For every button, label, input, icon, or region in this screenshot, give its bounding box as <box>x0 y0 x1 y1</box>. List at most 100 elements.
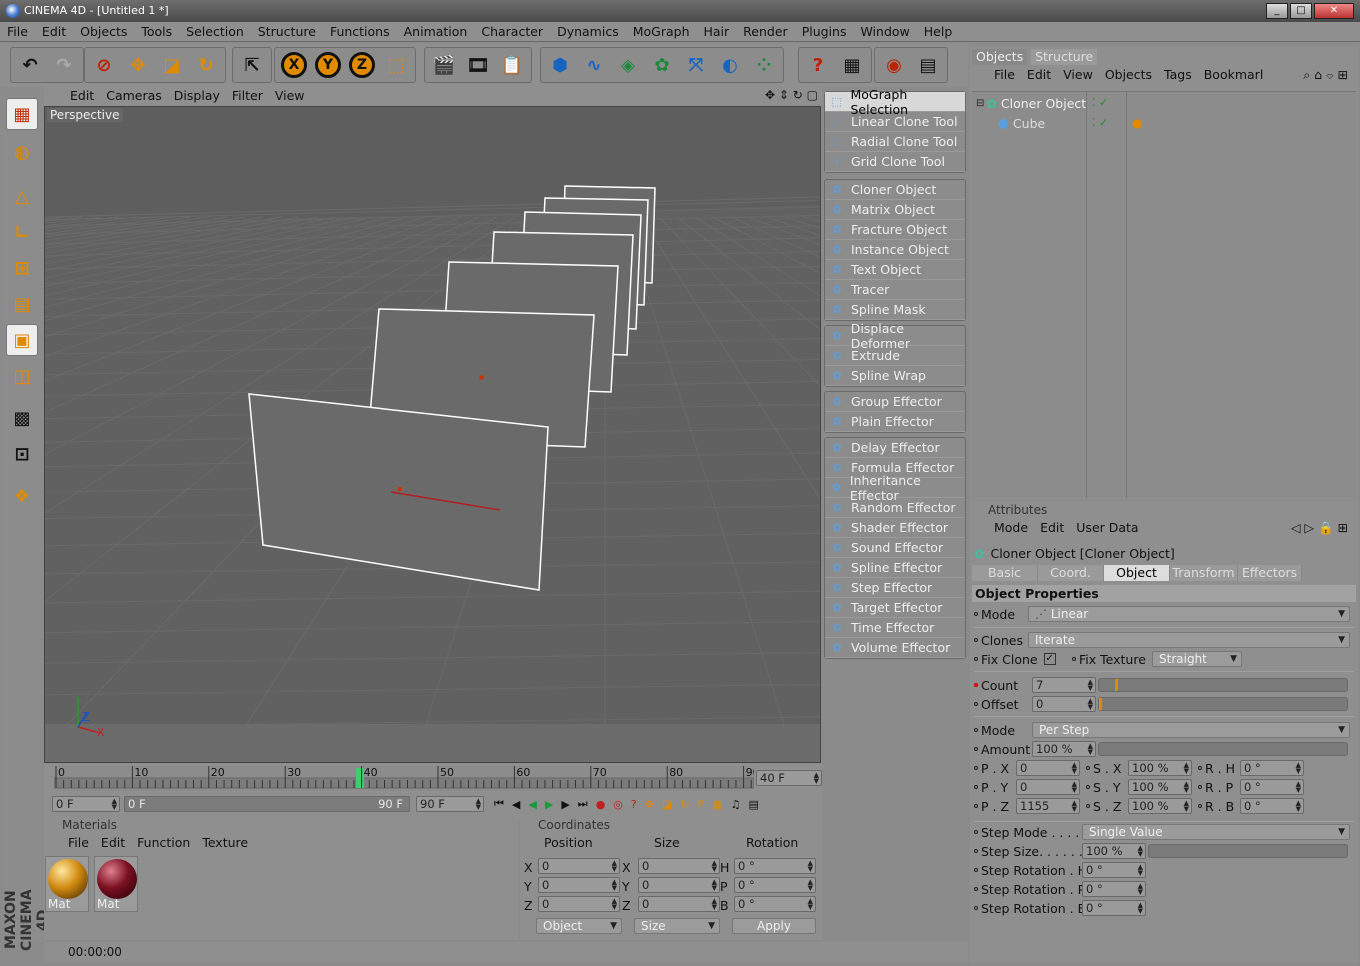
keyframe-help-icon[interactable]: ? <box>627 798 641 811</box>
material-swatch[interactable]: Mat <box>94 856 138 912</box>
psr-field[interactable]: 1155 ▲ ▼ <box>1016 798 1080 814</box>
points-mode-icon[interactable]: △ <box>6 180 38 212</box>
edges-mode-icon[interactable]: ∟ <box>6 216 38 248</box>
attr-tab[interactable]: Object <box>1104 565 1170 581</box>
menu-window[interactable]: Window <box>853 22 916 42</box>
mograph-item[interactable]: ✿ Spline Effector <box>825 558 965 578</box>
recent-tool-icon[interactable]: ⇱ <box>236 49 268 81</box>
attr-tab[interactable]: Basic <box>972 565 1038 581</box>
menu-dynamics[interactable]: Dynamics <box>550 22 626 42</box>
help-icon[interactable]: ? <box>802 49 834 81</box>
attr-tab[interactable]: Coord. <box>1038 565 1104 581</box>
redo-icon[interactable]: ↷ <box>48 49 80 81</box>
mograph-item[interactable]: ✿ Inheritance Effector <box>825 473 965 503</box>
rotation-field[interactable]: 0 ° ▲ ▼ <box>734 858 816 874</box>
tree-row-cloner[interactable]: ⊟ ✿ Cloner Object <box>976 94 1086 112</box>
vp-menu-display[interactable]: Display <box>168 86 226 106</box>
texture-tag-icon[interactable]: ● <box>1132 116 1142 130</box>
count-slider[interactable] <box>1098 678 1348 692</box>
om-search-icons[interactable]: ⌕ ⌂ ⌔ ⊞ <box>1297 65 1354 85</box>
particle-icon[interactable]: ⁘ <box>748 49 780 81</box>
vp-menu-edit[interactable]: Edit <box>64 86 100 106</box>
rotation-field[interactable]: 0 ° ▲ ▼ <box>734 877 816 893</box>
coord-mode-dropdown[interactable]: Object ▼ <box>536 918 622 934</box>
size-field[interactable]: 0 ▲ ▼ <box>638 877 720 893</box>
offset-field[interactable]: 0 ▲ ▼ <box>1032 696 1096 712</box>
mograph-item[interactable]: ✿ Time Effector <box>825 618 965 638</box>
om-menu-bookmarks[interactable]: Bookmarl <box>1198 65 1270 85</box>
end-frame-field[interactable]: 40 F ▲ ▼ <box>756 770 822 786</box>
menu-mograph[interactable]: MoGraph <box>626 22 697 42</box>
attr-menu-edit[interactable]: Edit <box>1034 519 1070 537</box>
offset-slider[interactable] <box>1098 697 1348 711</box>
mograph-item[interactable]: ◌ Radial Clone Tool <box>825 132 965 152</box>
object-mode-icon[interactable]: ▣ <box>6 324 38 356</box>
menu-selection[interactable]: Selection <box>179 22 251 42</box>
frame-range-slider[interactable]: 0 F 90 F <box>124 796 410 812</box>
scene-icon[interactable]: ◐ <box>714 49 746 81</box>
tab-structure[interactable]: Structure <box>1031 49 1098 65</box>
om-menu-objects[interactable]: Objects <box>1099 65 1158 85</box>
mograph-item[interactable]: ⬚ MoGraph Selection <box>825 87 965 117</box>
mat-menu-edit[interactable]: Edit <box>95 834 131 852</box>
goto-start-icon[interactable]: ⏮ <box>490 797 508 811</box>
goto-end-icon[interactable]: ⏭ <box>574 797 592 811</box>
vp-menu-filter[interactable]: Filter <box>226 86 269 106</box>
mograph-item[interactable]: ✿ Instance Object <box>825 240 965 260</box>
mograph-item[interactable]: ✿ Fracture Object <box>825 220 965 240</box>
om-menu-edit[interactable]: Edit <box>1021 65 1057 85</box>
animation-mode-icon[interactable]: ◫ <box>6 360 38 392</box>
paint-icon[interactable]: ❖ <box>6 480 38 512</box>
mograph-item[interactable]: ✿ Volume Effector <box>825 638 965 658</box>
mograph-item[interactable]: ✿ Matrix Object <box>825 200 965 220</box>
steprot-b-field[interactable]: 0 ° ▲ ▼ <box>1082 900 1146 916</box>
layout-icon[interactable]: ▦ <box>836 49 868 81</box>
menu-tools[interactable]: Tools <box>134 22 179 42</box>
render-view-icon[interactable]: 🎬 <box>428 49 460 81</box>
apply-button[interactable]: Apply <box>732 918 816 934</box>
play-icon[interactable]: ▶ <box>541 798 557 811</box>
deformer-icon[interactable]: ⤧ <box>680 49 712 81</box>
mograph-item[interactable]: ✿ Random Effector <box>825 498 965 518</box>
model-mode-icon[interactable]: ▤ <box>6 288 38 320</box>
cloner-visibility-icon[interactable]: ⁚ ✓ <box>1092 96 1108 109</box>
undo-icon[interactable]: ↶ <box>14 49 46 81</box>
mograph-item[interactable]: ✿ Displace Deformer <box>825 321 965 351</box>
psr-field[interactable]: 0 ° ▲ ▼ <box>1240 798 1304 814</box>
menu-help[interactable]: Help <box>917 22 960 42</box>
x-axis-button[interactable]: X <box>278 49 310 81</box>
key-rotation-icon[interactable]: ↻ <box>676 798 693 811</box>
amount-slider[interactable] <box>1098 742 1348 756</box>
menu-hair[interactable]: Hair <box>697 22 737 42</box>
start-frame-field[interactable]: 0 F ▲ ▼ <box>52 796 120 812</box>
menu-file[interactable]: File <box>0 22 35 42</box>
steprot-h-field[interactable]: 0 ° ▲ ▼ <box>1082 862 1146 878</box>
key-scale-icon[interactable]: ◪ <box>658 798 676 811</box>
material-swatch[interactable]: Mat <box>45 856 89 912</box>
texture-mode-icon[interactable]: ◍ <box>6 136 38 168</box>
spline-icon[interactable]: ∿ <box>578 49 610 81</box>
close-button[interactable]: ✕ <box>1314 3 1354 19</box>
menu-animation[interactable]: Animation <box>397 22 475 42</box>
steprot-p-field[interactable]: 0 ° ▲ ▼ <box>1082 881 1146 897</box>
maximize-button[interactable]: □ <box>1290 3 1312 19</box>
psr-field[interactable]: 100 % ▲ ▼ <box>1128 798 1192 814</box>
autokey-icon[interactable]: ◎ <box>609 798 627 811</box>
mograph-item[interactable]: ⁞ Grid Clone Tool <box>825 152 965 172</box>
menu-render[interactable]: Render <box>736 22 795 42</box>
next-frame-icon[interactable]: ▶ <box>557 798 573 811</box>
mograph-item[interactable]: ⋰ Linear Clone Tool <box>825 112 965 132</box>
attr-tab[interactable]: Effectors <box>1238 565 1302 581</box>
om-menu-view[interactable]: View <box>1057 65 1099 85</box>
attr-menu-mode[interactable]: Mode <box>988 519 1034 537</box>
nurbs-icon[interactable]: ◈ <box>612 49 644 81</box>
stepsize-slider[interactable] <box>1148 844 1348 858</box>
psr-field[interactable]: 0 ▲ ▼ <box>1016 779 1080 795</box>
3d-viewport[interactable]: Z X Perspective <box>44 106 821 763</box>
cube-icon[interactable]: ⬢ <box>544 49 576 81</box>
mograph-item[interactable]: ✿ Target Effector <box>825 598 965 618</box>
mograph-item[interactable]: ✿ Cloner Object <box>825 180 965 200</box>
size-field[interactable]: 0 ▲ ▼ <box>638 896 720 912</box>
viewport-layout-icon[interactable]: ▦ <box>6 98 38 130</box>
count-field[interactable]: 7 ▲ ▼ <box>1032 677 1096 693</box>
